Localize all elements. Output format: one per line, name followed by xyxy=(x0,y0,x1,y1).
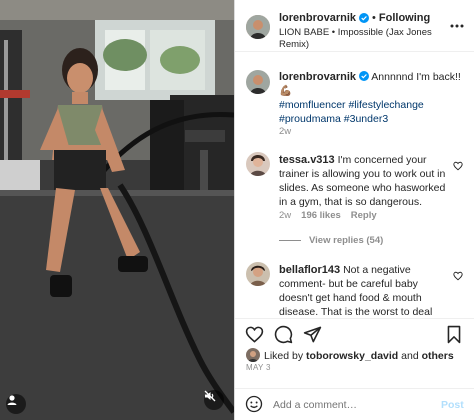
liked-by-others[interactable]: others xyxy=(422,350,454,362)
post-date[interactable]: MAY 3 xyxy=(246,363,271,372)
user-icon xyxy=(7,395,17,405)
caption-emoji: 💪🏽 xyxy=(279,85,293,97)
verified-badge-icon xyxy=(359,13,370,23)
heart-icon xyxy=(245,326,264,343)
comment-input[interactable] xyxy=(273,396,423,413)
header-title-row: lorenbrovarnik • Following xyxy=(279,11,469,25)
like-comment-button[interactable] xyxy=(453,158,463,176)
comment-bellaflor: bellaflor143 Not a negative comment- but… xyxy=(279,263,451,317)
smiley-icon xyxy=(245,395,263,413)
liked-by-user[interactable]: toborowsky_david xyxy=(306,350,398,362)
comment-likes[interactable]: 196 likes xyxy=(301,210,341,221)
liked-by-avatar[interactable] xyxy=(246,348,260,362)
post-video[interactable] xyxy=(0,0,234,420)
liked-by-summary: Liked by toborowsky_david and others xyxy=(264,349,469,363)
view-replies-button[interactable]: View replies (54) xyxy=(279,235,383,246)
avatar-image xyxy=(246,348,260,362)
caption-hashtags[interactable]: #momfluencer #lifestylechange #proudmama… xyxy=(279,99,424,125)
like-button[interactable] xyxy=(245,325,264,349)
comment-avatar-tessa[interactable] xyxy=(246,152,270,176)
add-comment-bar: Post xyxy=(235,388,474,420)
post-sidebar: lorenbrovarnik • Following LION BABE • I… xyxy=(234,0,474,420)
like-comment-button[interactable] xyxy=(453,268,463,286)
comment-username[interactable]: tessa.v313 xyxy=(279,154,335,166)
caption-username[interactable]: lorenbrovarnik xyxy=(279,71,356,83)
comment-avatar-bellaflor[interactable] xyxy=(246,262,270,286)
speaker-muted-icon xyxy=(204,390,216,402)
post-comment-button[interactable]: Post xyxy=(441,399,464,411)
emoji-button[interactable] xyxy=(245,395,263,418)
more-dots-icon xyxy=(450,24,464,28)
video-frame xyxy=(0,0,234,420)
author-avatar[interactable] xyxy=(246,15,270,39)
replies-divider xyxy=(279,240,301,241)
comment-button[interactable] xyxy=(274,325,293,349)
paper-plane-icon xyxy=(303,326,322,343)
liked-by-and: and xyxy=(401,350,419,362)
comment-username[interactable]: bellaflor143 xyxy=(279,264,340,276)
avatar-image xyxy=(246,70,270,94)
more-options-button[interactable] xyxy=(449,16,465,34)
heart-outline-icon xyxy=(453,271,463,281)
audio-track-link[interactable]: LION BABE • Impossible (Jax Jones Remix) xyxy=(279,27,439,51)
avatar-image xyxy=(246,262,270,286)
caption: lorenbrovarnik Annnnnd I'm back!! 💪🏽 #mo… xyxy=(279,70,464,126)
verified-badge-icon xyxy=(358,71,369,81)
video-account-button[interactable] xyxy=(6,394,26,414)
save-button[interactable] xyxy=(445,325,463,349)
share-button[interactable] xyxy=(303,325,322,349)
bookmark-icon xyxy=(447,325,461,344)
view-replies-label: View replies (54) xyxy=(309,235,384,246)
caption-author-avatar[interactable] xyxy=(246,70,270,94)
avatar-image xyxy=(246,152,270,176)
avatar-image xyxy=(246,15,270,39)
author-username[interactable]: lorenbrovarnik xyxy=(279,12,356,24)
liked-by-prefix: Liked by xyxy=(264,350,304,362)
reply-button[interactable]: Reply xyxy=(351,210,377,221)
heart-outline-icon xyxy=(453,161,463,171)
instagram-post-view: lorenbrovarnik • Following LION BABE • I… xyxy=(0,0,474,420)
comment-tessa: tessa.v313 I'm concerned your trainer is… xyxy=(279,153,451,209)
post-header: lorenbrovarnik • Following LION BABE • I… xyxy=(235,0,474,52)
following-button[interactable]: Following xyxy=(379,12,430,24)
comment-bubble-icon xyxy=(274,325,293,344)
caption-time[interactable]: 2w xyxy=(279,126,291,137)
comment-time[interactable]: 2w xyxy=(279,210,291,221)
caption-text: Annnnnd I'm back!! xyxy=(371,71,461,83)
comment-meta: 2w 196 likes Reply xyxy=(279,210,377,221)
mute-button[interactable] xyxy=(204,390,224,410)
header-dot-separator: • xyxy=(372,12,376,24)
